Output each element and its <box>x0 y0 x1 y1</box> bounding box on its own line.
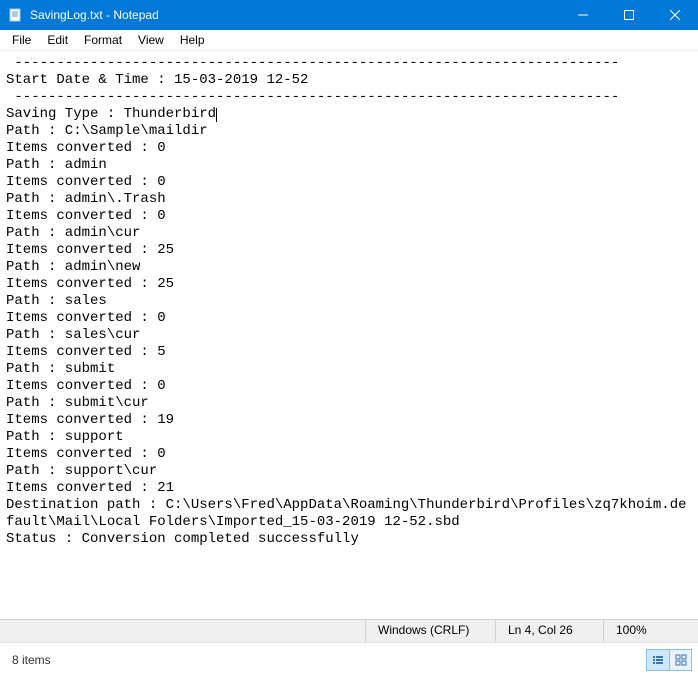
menu-file[interactable]: File <box>4 31 39 49</box>
status-zoom: 100% <box>603 620 698 642</box>
statusbar: Windows (CRLF) Ln 4, Col 26 100% <box>0 619 698 642</box>
view-mode-toggle <box>646 649 692 671</box>
maximize-button[interactable] <box>606 0 652 30</box>
window-controls <box>560 0 698 30</box>
window-title: SavingLog.txt - Notepad <box>30 8 560 22</box>
status-position: Ln 4, Col 26 <box>495 620 603 642</box>
menu-help[interactable]: Help <box>172 31 213 49</box>
text-caret <box>216 108 217 122</box>
menubar: File Edit Format View Help <box>0 30 698 51</box>
text-editor[interactable]: ----------------------------------------… <box>0 51 698 619</box>
details-view-button[interactable] <box>647 650 669 670</box>
menu-view[interactable]: View <box>130 31 172 49</box>
menu-edit[interactable]: Edit <box>39 31 76 49</box>
close-button[interactable] <box>652 0 698 30</box>
titlebar: SavingLog.txt - Notepad <box>0 0 698 30</box>
status-spacer <box>0 620 365 642</box>
explorer-statusbar: 8 items <box>0 642 698 676</box>
minimize-button[interactable] <box>560 0 606 30</box>
menu-format[interactable]: Format <box>76 31 130 49</box>
notepad-icon <box>8 7 24 23</box>
item-count: 8 items <box>12 653 51 667</box>
status-encoding: Windows (CRLF) <box>365 620 495 642</box>
thumbnails-view-button[interactable] <box>669 650 691 670</box>
